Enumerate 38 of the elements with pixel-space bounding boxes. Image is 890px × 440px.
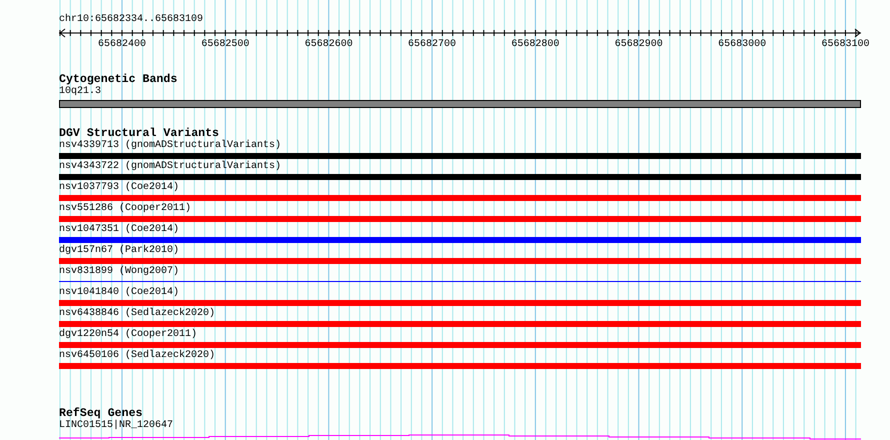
variant-bar[interactable] xyxy=(59,342,861,348)
variant-bar[interactable] xyxy=(59,363,861,369)
variant-bar[interactable] xyxy=(59,195,861,201)
variant-bar[interactable] xyxy=(59,258,861,264)
track-title: Cytogenetic Bands xyxy=(59,74,178,86)
variant-label: nsv1047351 (Coe2014) xyxy=(59,224,180,236)
variant-label: nsv551286 (Cooper2011) xyxy=(59,203,192,215)
tick-label: 65682500 xyxy=(201,39,250,51)
variant-bar[interactable] xyxy=(59,216,861,222)
gene-line[interactable] xyxy=(59,434,861,440)
variant-label: dgv1220n54 (Cooper2011) xyxy=(59,329,198,341)
tick-label: 65683100 xyxy=(821,39,870,51)
variant-bar[interactable] xyxy=(59,321,861,327)
variant-label: dgv157n67 (Park2010) xyxy=(59,245,180,257)
tick-label: 65682800 xyxy=(511,39,560,51)
tick-label: 65682700 xyxy=(408,39,456,51)
tick-label: 65682400 xyxy=(98,39,146,51)
variant-label: nsv6450106 (Sedlazeck2020) xyxy=(59,350,216,362)
tick-label: 65683000 xyxy=(718,39,766,51)
variant-label: nsv831899 (Wong2007) xyxy=(59,266,180,278)
variant-label: nsv4343722 (gnomADStructuralVariants) xyxy=(59,161,282,173)
variant-bar[interactable] xyxy=(59,237,861,243)
variant-label: nsv4339713 (gnomADStructuralVariants) xyxy=(59,140,282,152)
variant-line[interactable] xyxy=(59,281,861,282)
location-label: chr10:65682334..65683109 xyxy=(59,14,204,26)
variant-label: nsv1041840 (Coe2014) xyxy=(59,287,180,299)
variant-bar[interactable] xyxy=(59,174,861,180)
variant-label: nsv1037793 (Coe2014) xyxy=(59,182,180,194)
variant-label: nsv6438846 (Sedlazeck2020) xyxy=(59,308,216,320)
track-title: DGV Structural Variants xyxy=(59,128,220,140)
variant-bar[interactable] xyxy=(59,300,861,306)
band-label: 10q21.3 xyxy=(59,86,102,98)
tick-label: 65682600 xyxy=(304,39,353,51)
track-title: RefSeq Genes xyxy=(59,408,142,420)
variant-bar[interactable] xyxy=(59,153,861,159)
cytoband-bar[interactable] xyxy=(59,100,861,108)
gene-label: LINC01515|NR_120647 xyxy=(59,420,174,432)
tick-label: 65682900 xyxy=(614,39,663,51)
